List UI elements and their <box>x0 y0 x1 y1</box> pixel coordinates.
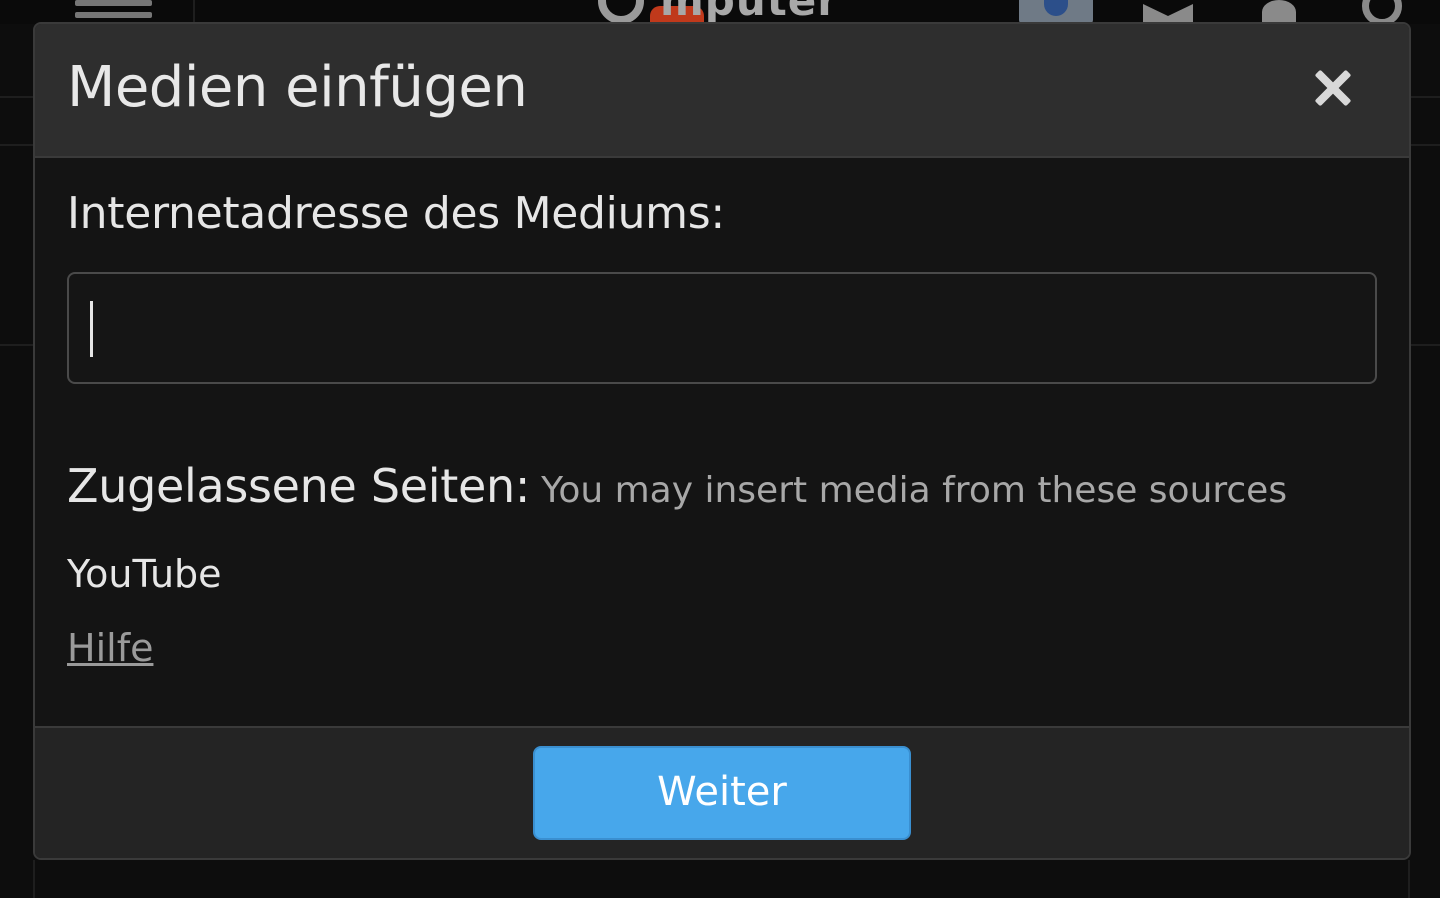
media-url-label: Internetadresse des Mediums: <box>67 188 725 239</box>
text-caret <box>90 301 93 357</box>
bg-divider <box>1411 144 1440 146</box>
bg-divider <box>1411 344 1440 346</box>
bg-divider <box>1408 860 1410 898</box>
dialog-title: Medien einfügen <box>67 55 528 120</box>
help-link[interactable]: Hilfe <box>67 622 153 674</box>
allowed-sites-row: Zugelassene Seiten: You may insert media… <box>67 459 1287 513</box>
continue-button[interactable]: Weiter <box>533 746 911 840</box>
bg-divider <box>0 344 33 346</box>
bg-divider <box>33 860 35 898</box>
bg-divider <box>0 144 33 146</box>
dialog-header: Medien einfügen <box>35 24 1409 158</box>
insert-media-dialog: Medien einfügen Internetadresse des Medi… <box>33 22 1411 860</box>
close-icon[interactable] <box>1305 60 1361 116</box>
bell-icon[interactable] <box>1262 0 1296 24</box>
dialog-footer: Weiter <box>35 726 1409 858</box>
allowed-sites-label: Zugelassene Seiten: <box>67 459 531 513</box>
allowed-site-item: YouTube <box>67 552 222 596</box>
allowed-sites-hint: You may insert media from these sources <box>541 470 1288 511</box>
media-url-input[interactable] <box>67 272 1377 384</box>
nav-divider <box>193 0 195 24</box>
menu-icon[interactable] <box>75 0 152 22</box>
bg-divider <box>1411 96 1440 98</box>
bg-divider <box>0 96 33 98</box>
